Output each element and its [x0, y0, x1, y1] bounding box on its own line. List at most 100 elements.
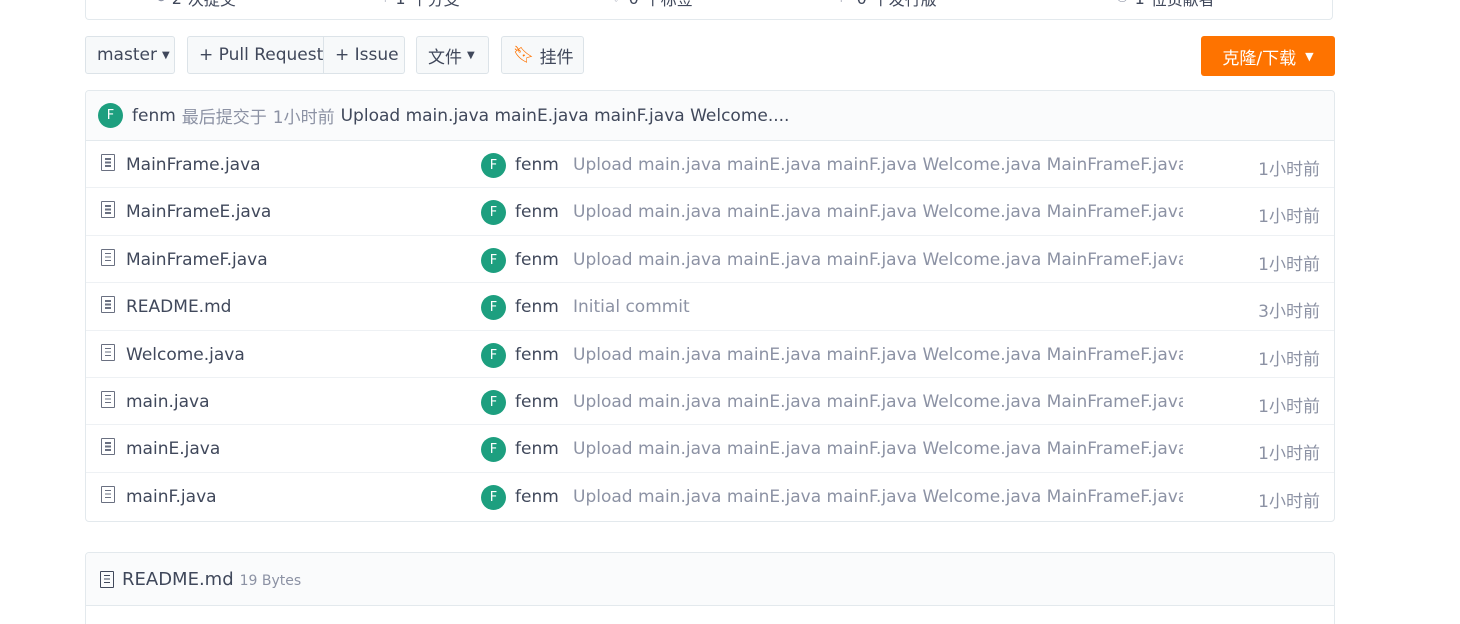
- stat-commits[interactable]: ⟲ 2 次提交: [154, 0, 236, 10]
- file-name[interactable]: mainE.java: [126, 439, 220, 459]
- file-commit-message[interactable]: Upload main.java mainE.java mainF.java W…: [573, 392, 1183, 412]
- contributors-icon: ⚇: [1116, 0, 1129, 6]
- latest-commit-bar: F fenm 最后提交于 1小时前 Upload main.java mainE…: [86, 91, 1334, 141]
- widget-button[interactable]: 🔖︎ 挂件: [501, 36, 584, 74]
- readme-header: README.md 19 Bytes: [86, 553, 1334, 606]
- stat-releases-label: 个发行版: [873, 0, 937, 10]
- stat-contributors-label: 位贡献者: [1151, 0, 1215, 10]
- file-commit-message[interactable]: Upload main.java mainE.java mainF.java W…: [573, 487, 1183, 507]
- commit-icon: ⟲: [154, 0, 166, 6]
- tag-icon: ♡: [610, 0, 623, 6]
- file-time: 1小时前: [1258, 207, 1320, 228]
- file-commit-message[interactable]: Upload main.java mainE.java mainF.java W…: [573, 202, 1183, 222]
- file-commit-message[interactable]: Upload main.java mainE.java mainF.java W…: [573, 250, 1183, 270]
- file-commit-message[interactable]: Initial commit: [573, 297, 1183, 317]
- file-author[interactable]: fenm: [515, 345, 559, 365]
- stat-tags[interactable]: ♡ 0 个标签: [610, 0, 693, 10]
- avatar[interactable]: F: [98, 103, 123, 128]
- branch-icon: ⑂: [381, 0, 389, 6]
- file-time: 1小时前: [1258, 160, 1320, 180]
- file-time: 1小时前: [1258, 444, 1320, 465]
- commit-message[interactable]: Upload main.java mainE.java mainF.java W…: [341, 106, 790, 126]
- file-author[interactable]: fenm: [515, 155, 559, 175]
- pull-request-button[interactable]: + Pull Request: [187, 36, 324, 74]
- release-icon: ⚐: [838, 0, 851, 6]
- file-time: 1小时前: [1258, 491, 1320, 512]
- stat-contributors[interactable]: ⚇ 1 位贡献者: [1116, 0, 1215, 10]
- readme-file-icon: [100, 570, 114, 588]
- commit-label: 最后提交于: [181, 108, 267, 128]
- file-time: 1小时前: [1258, 396, 1320, 417]
- file-commit-message[interactable]: Upload main.java mainE.java mainF.java W…: [573, 155, 1183, 175]
- avatar[interactable]: F: [481, 437, 506, 463]
- avatar[interactable]: F: [481, 153, 506, 178]
- repo-toolbar: master ▼ + Pull Request + Issue 文件 ▼ 🔖︎ …: [85, 36, 1335, 76]
- avatar[interactable]: F: [481, 295, 506, 321]
- file-author[interactable]: fenm: [515, 297, 559, 317]
- file-name[interactable]: MainFrameE.java: [126, 202, 271, 222]
- file-icon: [101, 201, 115, 219]
- avatar[interactable]: F: [481, 342, 506, 368]
- stat-branches[interactable]: ⑂ 1 个分支: [381, 0, 460, 10]
- file-row[interactable]: README.md F fenm Initial commit 3小时前: [86, 283, 1334, 331]
- avatar[interactable]: F: [481, 389, 506, 415]
- caret-down-icon: ▼: [161, 49, 170, 61]
- commit-author[interactable]: fenm: [132, 106, 176, 126]
- file-name[interactable]: README.md: [126, 297, 231, 317]
- file-row[interactable]: MainFrame.java F fenm Upload main.java m…: [86, 141, 1334, 189]
- file-author[interactable]: fenm: [515, 202, 559, 222]
- clone-label: 克隆/下载: [1222, 48, 1297, 69]
- clone-download-button[interactable]: 克隆/下载 ▼: [1201, 36, 1335, 76]
- branch-label: master: [97, 45, 157, 65]
- file-row[interactable]: main.java F fenm Upload main.java mainE.…: [86, 378, 1334, 426]
- stat-commits-value: 2: [172, 0, 182, 8]
- file-name[interactable]: main.java: [126, 392, 210, 412]
- file-icon: [101, 296, 115, 314]
- file-row[interactable]: Welcome.java F fenm Upload main.java mai…: [86, 331, 1334, 378]
- repo-page: ⟲ 2 次提交 ⑂ 1 个分支 ♡ 0 个标签 ⚐ 0 个发行版 ⚇ 1 位贡献…: [0, 0, 1460, 624]
- file-tree: F fenm 最后提交于 1小时前 Upload main.java mainE…: [85, 90, 1335, 522]
- file-author[interactable]: fenm: [515, 392, 559, 412]
- file-row[interactable]: MainFrameE.java F fenm Upload main.java …: [86, 188, 1334, 236]
- file-row[interactable]: mainF.java F fenm Upload main.java mainE…: [86, 473, 1334, 520]
- file-time: 1小时前: [1258, 254, 1320, 275]
- file-name[interactable]: MainFrame.java: [126, 155, 261, 175]
- issue-label: + Issue: [335, 45, 399, 65]
- file-row[interactable]: mainE.java F fenm Upload main.java mainE…: [86, 425, 1334, 473]
- file-author[interactable]: fenm: [515, 487, 559, 507]
- branch-select-button[interactable]: master ▼: [85, 36, 175, 74]
- readme-panel: README.md 19 Bytes: [85, 552, 1335, 624]
- bookmark-icon: 🔖︎: [513, 45, 535, 65]
- stat-tags-value: 0: [629, 0, 639, 8]
- file-author[interactable]: fenm: [515, 439, 559, 459]
- file-commit-message[interactable]: Upload main.java mainE.java mainF.java W…: [573, 345, 1183, 365]
- file-icon: [101, 343, 115, 361]
- file-icon: [101, 485, 115, 503]
- caret-down-icon: ▼: [467, 49, 475, 61]
- avatar[interactable]: F: [481, 484, 506, 510]
- stat-commits-label: 次提交: [188, 0, 236, 10]
- stat-branches-value: 1: [395, 0, 405, 8]
- avatar[interactable]: F: [481, 200, 506, 226]
- pull-request-label: + Pull Request: [199, 45, 324, 65]
- widget-label: 挂件: [539, 47, 574, 68]
- file-icon: [101, 438, 115, 456]
- file-icon: [101, 390, 115, 408]
- stat-releases[interactable]: ⚐ 0 个发行版: [838, 0, 937, 10]
- file-time: 3小时前: [1258, 302, 1320, 323]
- issue-button[interactable]: + Issue: [324, 36, 405, 74]
- caret-down-icon: ▼: [1305, 49, 1314, 63]
- readme-title[interactable]: README.md: [122, 569, 234, 590]
- file-name[interactable]: Welcome.java: [126, 345, 245, 365]
- file-author[interactable]: fenm: [515, 250, 559, 270]
- file-name[interactable]: MainFrameF.java: [126, 250, 268, 270]
- file-commit-message[interactable]: Upload main.java mainE.java mainF.java W…: [573, 439, 1183, 459]
- avatar[interactable]: F: [481, 247, 506, 273]
- file-row[interactable]: MainFrameF.java F fenm Upload main.java …: [86, 236, 1334, 284]
- stat-releases-value: 0: [857, 0, 867, 8]
- file-menu-button[interactable]: 文件 ▼: [416, 36, 489, 74]
- commit-time: 1小时前: [272, 108, 335, 128]
- file-name[interactable]: mainF.java: [126, 487, 217, 507]
- stat-contributors-value: 1: [1135, 0, 1145, 8]
- file-time: 1小时前: [1258, 349, 1320, 370]
